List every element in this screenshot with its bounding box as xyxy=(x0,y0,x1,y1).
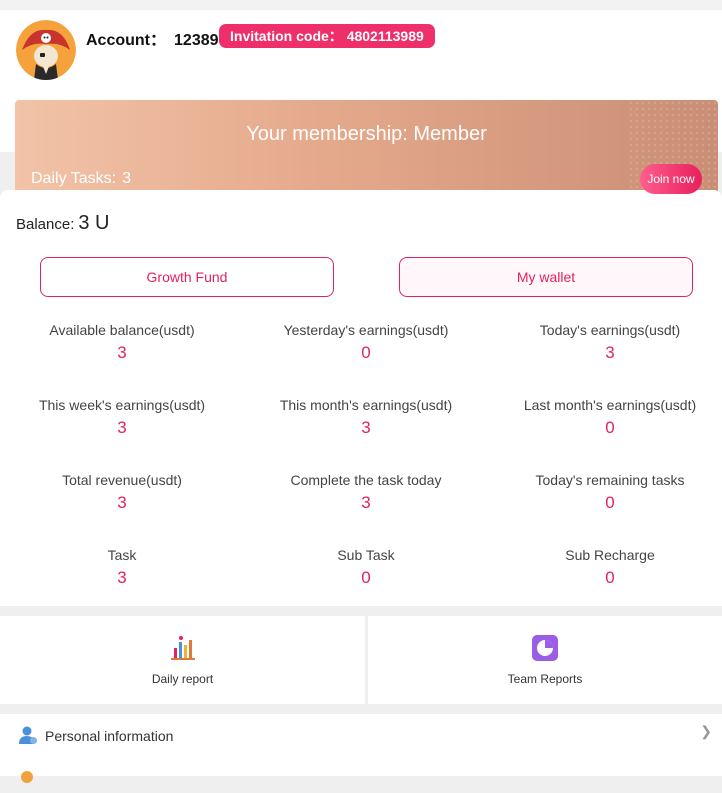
menu-list: Personal information ❯ xyxy=(0,714,722,783)
pie-chart-icon xyxy=(531,634,559,662)
daily-tasks-value: 3 xyxy=(122,170,131,187)
stat-completed-today: Complete the task today 3 xyxy=(244,472,488,513)
stat-label: Sub Task xyxy=(337,547,395,563)
stat-label: This month's earnings(usdt) xyxy=(279,397,453,413)
invitation-label: Invitation code： xyxy=(230,28,343,44)
join-now-button[interactable]: Join now xyxy=(640,164,702,194)
stat-month-earnings: This month's earnings(usdt) 3 xyxy=(244,397,488,438)
menu-item-partial[interactable] xyxy=(0,758,722,788)
stat-label: Yesterday's earnings(usdt) xyxy=(283,322,449,338)
user-icon xyxy=(18,725,38,745)
bar-chart-icon xyxy=(169,634,197,662)
stat-value: 0 xyxy=(361,568,371,587)
balance-card: Balance: 3 U Growth Fund My wallet Availa… xyxy=(0,190,722,606)
account-label: Account： xyxy=(86,32,167,49)
daily-report-button[interactable]: Daily report xyxy=(0,616,365,704)
balance: Balance: 3 U xyxy=(16,212,110,235)
stat-label: Task xyxy=(107,547,137,563)
stat-total-revenue: Total revenue(usdt) 3 xyxy=(0,472,244,513)
stat-value: 0 xyxy=(605,493,615,512)
stat-label: Today's remaining tasks xyxy=(535,472,685,488)
stat-label: This week's earnings(usdt) xyxy=(38,397,206,413)
stat-available-balance: Available balance(usdt) 3 xyxy=(0,322,244,363)
top-bar xyxy=(0,0,722,10)
daily-tasks-label: Daily Tasks: xyxy=(31,170,117,187)
stat-remaining-tasks: Today's remaining tasks 0 xyxy=(488,472,722,513)
membership-banner: Your membership: Member Daily Tasks: 3 Jo… xyxy=(15,100,718,198)
chevron-right-icon: ❯ xyxy=(700,723,712,739)
menu-icon xyxy=(18,768,38,788)
stat-value: 3 xyxy=(117,568,127,587)
stat-label: Available balance(usdt) xyxy=(49,322,195,338)
stat-label: Complete the task today xyxy=(290,472,442,488)
invitation-code: 4802113989 xyxy=(346,28,424,44)
menu-item-label: Personal information xyxy=(45,728,174,744)
reports-row: Daily report Team Reports xyxy=(0,616,722,704)
stat-label: Today's earnings(usdt) xyxy=(539,322,681,338)
stat-week-earnings: This week's earnings(usdt) 3 xyxy=(0,397,244,438)
daily-report-label: Daily report xyxy=(151,672,214,686)
stat-value: 3 xyxy=(361,493,371,512)
stat-today-earnings: Today's earnings(usdt) 3 xyxy=(488,322,722,363)
stat-label: Sub Recharge xyxy=(565,547,655,563)
stat-value: 0 xyxy=(361,343,371,362)
team-reports-button[interactable]: Team Reports xyxy=(368,616,722,704)
avatar[interactable] xyxy=(16,20,76,80)
stat-value: 3 xyxy=(117,493,127,512)
menu-item-personal-information[interactable]: Personal information ❯ xyxy=(0,714,722,758)
stat-label: Last month's earnings(usdt) xyxy=(523,397,697,413)
membership-title: Your membership: Member xyxy=(246,123,487,145)
invitation-code-badge[interactable]: Invitation code： 4802113989 xyxy=(219,24,435,48)
balance-label: Balance: xyxy=(16,216,75,233)
stat-value: 0 xyxy=(605,568,615,587)
team-reports-label: Team Reports xyxy=(507,672,583,686)
profile-header: Account： 12389 Invitation code： 480211398… xyxy=(0,10,722,198)
stat-value: 3 xyxy=(361,418,371,437)
stat-value: 0 xyxy=(605,418,615,437)
growth-fund-button[interactable]: Growth Fund xyxy=(40,257,334,297)
stat-label: Total revenue(usdt) xyxy=(62,472,182,488)
account-info: Account： 12389 xyxy=(86,26,219,50)
stat-value: 3 xyxy=(117,343,127,362)
stat-task: Task 3 xyxy=(0,547,244,588)
stat-sub-task: Sub Task 0 xyxy=(244,547,488,588)
daily-tasks: Daily Tasks: 3 xyxy=(31,170,131,188)
account-number: 12389 xyxy=(174,32,219,49)
stat-sub-recharge: Sub Recharge 0 xyxy=(488,547,722,588)
stat-yesterday-earnings: Yesterday's earnings(usdt) 0 xyxy=(244,322,488,363)
balance-value: 3 U xyxy=(78,212,110,234)
stat-last-month-earnings: Last month's earnings(usdt) 0 xyxy=(488,397,722,438)
stat-value: 3 xyxy=(605,343,615,362)
my-wallet-button[interactable]: My wallet xyxy=(399,257,693,297)
stat-value: 3 xyxy=(117,418,127,437)
